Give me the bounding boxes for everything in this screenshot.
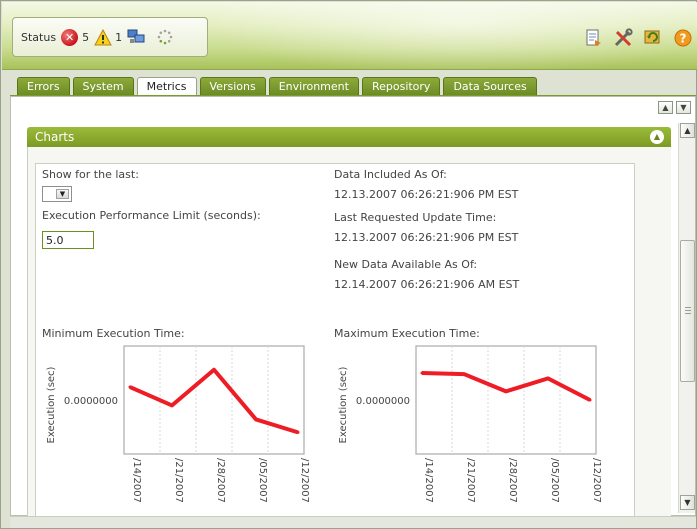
x-tick-label: /21/2007 [465,458,476,503]
max-chart-title: Maximum Execution Time: [334,327,480,340]
plot-area [415,345,597,455]
x-tick-label: /12/2007 [299,458,310,503]
charts-section: Charts ▲ Show for the last: ▼ Execution … [11,123,671,517]
x-tick-label: /14/2007 [131,458,142,503]
error-icon[interactable]: ✕ [61,28,79,46]
report-icon[interactable] [583,28,603,48]
charts-content: Show for the last: ▼ Execution Performan… [35,163,635,517]
x-tick-label: /12/2007 [591,458,602,503]
header-bar: Status ✕ 5 1 ? [2,2,697,70]
data-point [296,430,300,434]
vertical-scrollbar[interactable]: ▲ ▼ [678,123,695,513]
data-point [504,389,508,393]
y-axis-label: Execution (sec) [338,366,349,443]
y-tick-label: 0.0000000 [64,396,118,407]
scrollbar-thumb[interactable] [680,240,695,382]
scrollbar-grip [685,307,691,315]
x-tick-label: /21/2007 [173,458,184,503]
y-axis-label: Execution (sec) [46,366,57,443]
data-point [546,376,550,380]
plot-area [123,345,305,455]
warning-icon[interactable] [94,28,112,46]
min-execution-chart: Execution (sec) 0.0000000/14/2007/21/2007… [42,344,312,514]
x-tick-label: /05/2007 [549,458,560,503]
tab-errors[interactable]: Errors [17,77,70,95]
bottom-strip [10,516,696,528]
status-label: Status [21,30,57,44]
new-data-label: New Data Available As Of: [334,258,478,271]
data-point [462,372,466,376]
chart-svg-1: Execution (sec) 0.0000000/14/2007/21/2007… [338,345,602,503]
last-requested-value: 12.13.2007 06:26:21:906 PM EST [334,231,519,244]
data-point [420,371,424,375]
min-chart-title: Minimum Execution Time: [42,327,185,340]
error-count: 5 [82,30,90,44]
chart-svg-0: Execution (sec) 0.0000000/14/2007/21/2007… [46,345,310,503]
data-point [128,385,132,389]
app-window: Status ✕ 5 1 ? Errors System Metrics Ver… [0,0,697,529]
data-included-value: 12.13.2007 06:26:21:906 PM EST [334,188,519,201]
panel-controls: ▲ ▼ [658,101,691,114]
charts-title: Charts [35,130,75,144]
max-execution-chart: Execution (sec) 0.0000000/14/2007/21/2007… [334,344,604,514]
tab-system[interactable]: System [72,77,134,95]
network-icon[interactable] [127,29,145,45]
status-panel[interactable]: Status ✕ 5 1 [12,17,208,57]
scroll-up-button[interactable]: ▲ [680,123,695,138]
limit-input[interactable] [42,231,94,249]
y-tick-label: 0.0000000 [356,396,410,407]
collapse-section-icon[interactable]: ▲ [650,130,664,144]
x-tick-label: /14/2007 [423,458,434,503]
show-for-last-label: Show for the last: [42,168,139,181]
tab-versions[interactable]: Versions [199,77,266,95]
data-point [254,417,258,421]
x-tick-label: /05/2007 [257,458,268,503]
limit-label: Execution Performance Limit (seconds): [42,209,261,222]
x-tick-label: /28/2007 [215,458,226,503]
spinner-icon [157,29,173,45]
data-included-label: Data Included As Of: [334,168,447,181]
period-select[interactable]: ▼ [42,186,72,202]
chevron-down-icon[interactable]: ▼ [56,189,69,199]
charts-header[interactable]: Charts ▲ [27,127,671,147]
expand-all-button[interactable]: ▲ [658,101,673,114]
tab-metrics[interactable]: Metrics [136,77,197,96]
charts-body: Show for the last: ▼ Execution Performan… [27,147,671,517]
tab-bar: Errors System Metrics Versions Environme… [17,77,537,96]
svg-text:?: ? [680,32,687,46]
data-point [588,398,592,402]
data-point [212,368,216,372]
x-tick-label: /28/2007 [507,458,518,503]
toolbar: ? [583,28,693,48]
tab-data-sources[interactable]: Data Sources [443,77,537,95]
tools-icon[interactable] [613,28,633,48]
tab-repository[interactable]: Repository [361,77,441,95]
collapse-all-button[interactable]: ▼ [676,101,691,114]
scroll-down-button[interactable]: ▼ [680,495,695,510]
new-data-value: 12.14.2007 06:26:21:906 AM EST [334,278,520,291]
refresh-icon[interactable] [643,28,663,48]
last-requested-label: Last Requested Update Time: [334,211,497,224]
warning-count: 1 [115,30,123,44]
data-point [170,403,174,407]
help-icon[interactable]: ? [673,28,693,48]
metrics-panel: ▲ ▼ Charts ▲ Show for the last: ▼ Execut… [10,96,696,517]
tab-environment[interactable]: Environment [268,77,359,95]
